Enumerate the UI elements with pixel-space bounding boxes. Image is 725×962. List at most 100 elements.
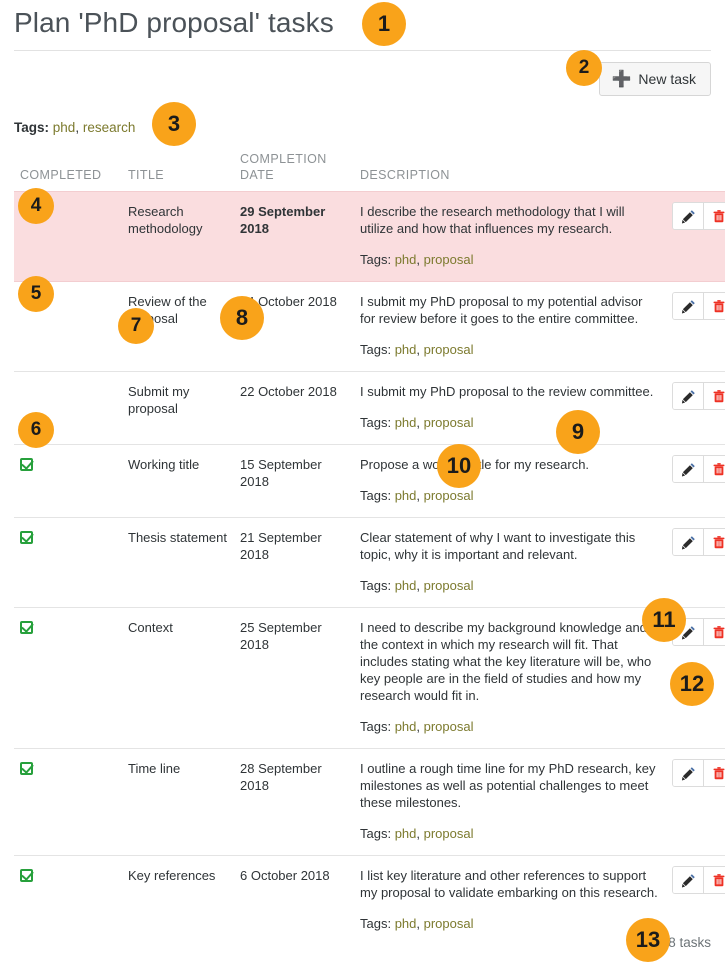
description-text: I submit my PhD proposal to the review c… [360, 383, 660, 400]
checked-checkbox-icon[interactable] [20, 762, 33, 775]
column-header-completion-date-line2: DATE [240, 168, 274, 182]
cell-description: I list key literature and other referenc… [354, 856, 666, 946]
trash-icon [712, 766, 725, 781]
tag-separator: , [75, 120, 83, 135]
task-count: 8 tasks [668, 935, 711, 950]
callout-badge-4: 4 [18, 188, 54, 224]
pencil-icon [681, 462, 696, 477]
row-tag-link-phd[interactable]: phd [395, 578, 417, 593]
trash-icon [712, 535, 725, 550]
row-tags: Tags: phd, proposal [360, 825, 660, 842]
trash-icon [712, 389, 725, 404]
cell-description: Propose a working title for my research.… [354, 445, 666, 518]
row-tag-link-proposal[interactable]: proposal [424, 826, 474, 841]
cell-description: I submit my PhD proposal to the review c… [354, 372, 666, 445]
row-tags: Tags: phd, proposal [360, 577, 660, 594]
edit-task-button[interactable] [673, 456, 703, 482]
cell-actions [666, 518, 725, 608]
row-tags-prefix: Tags: [360, 342, 395, 357]
description-text: I need to describe my background knowled… [360, 619, 660, 704]
tasks-table-head: COMPLETED TITLE COMPLETION DATE DESCRIPT… [14, 151, 725, 192]
delete-task-button[interactable] [703, 456, 725, 482]
edit-task-button[interactable] [673, 760, 703, 786]
row-tag-link-phd[interactable]: phd [395, 342, 417, 357]
delete-task-button[interactable] [703, 619, 725, 645]
cell-title: Context [122, 608, 234, 749]
cell-title: Thesis statement [122, 518, 234, 608]
cell-actions [666, 856, 725, 946]
checked-checkbox-icon[interactable] [20, 531, 33, 544]
edit-task-button[interactable] [673, 293, 703, 319]
tag-link-research[interactable]: research [83, 120, 136, 135]
delete-task-button[interactable] [703, 203, 725, 229]
edit-task-button[interactable] [673, 203, 703, 229]
row-tag-separator: , [416, 342, 423, 357]
new-task-button[interactable]: ➕ New task [599, 62, 712, 96]
description-text: I outline a rough time line for my PhD r… [360, 760, 660, 811]
row-action-group [672, 866, 725, 894]
tags-label: Tags: [14, 120, 49, 135]
delete-task-button[interactable] [703, 760, 725, 786]
table-row: Key references6 October 2018I list key l… [14, 856, 725, 946]
delete-task-button[interactable] [703, 867, 725, 893]
row-tags: Tags: phd, proposal [360, 251, 660, 268]
callout-badge-7: 7 [118, 308, 154, 344]
row-tags: Tags: phd, proposal [360, 915, 660, 932]
task-plan-page: Plan 'PhD proposal' tasks ➕ New task Tag… [0, 0, 725, 960]
row-tag-link-proposal[interactable]: proposal [424, 488, 474, 503]
edit-task-button[interactable] [673, 383, 703, 409]
row-action-group [672, 292, 725, 320]
row-tag-link-proposal[interactable]: proposal [424, 342, 474, 357]
toolbar: ➕ New task [0, 51, 725, 96]
row-tags-prefix: Tags: [360, 252, 395, 267]
edit-task-button[interactable] [673, 529, 703, 555]
checked-checkbox-icon[interactable] [20, 458, 33, 471]
checked-checkbox-icon[interactable] [20, 869, 33, 882]
page-tags: Tags: phd, research [0, 96, 725, 137]
trash-icon [712, 299, 725, 314]
row-tag-link-phd[interactable]: phd [395, 252, 417, 267]
row-tag-link-proposal[interactable]: proposal [424, 252, 474, 267]
cell-completion-date: 22 October 2018 [234, 372, 354, 445]
cell-actions [666, 372, 725, 445]
delete-task-button[interactable] [703, 529, 725, 555]
pencil-icon [681, 535, 696, 550]
row-tag-separator: , [416, 719, 423, 734]
edit-task-button[interactable] [673, 867, 703, 893]
delete-task-button[interactable] [703, 383, 725, 409]
row-tag-link-phd[interactable]: phd [395, 719, 417, 734]
cell-actions [666, 192, 725, 282]
column-header-completion-date-line1: COMPLETION [240, 152, 327, 166]
cell-title: Research methodology [122, 192, 234, 282]
cell-completed [14, 445, 122, 518]
row-tag-link-phd[interactable]: phd [395, 488, 417, 503]
row-tag-link-phd[interactable]: phd [395, 826, 417, 841]
row-tag-link-proposal[interactable]: proposal [424, 415, 474, 430]
tag-link-phd[interactable]: phd [53, 120, 76, 135]
row-tag-link-phd[interactable]: phd [395, 916, 417, 931]
row-tag-link-proposal[interactable]: proposal [424, 719, 474, 734]
pencil-icon [681, 299, 696, 314]
trash-icon [712, 209, 725, 224]
cell-actions [666, 749, 725, 856]
table-row: Thesis statement21 September 2018Clear s… [14, 518, 725, 608]
row-tags: Tags: phd, proposal [360, 718, 660, 735]
row-tags: Tags: phd, proposal [360, 341, 660, 358]
callout-badge-6: 6 [18, 412, 54, 448]
tasks-table-body: ✕Research methodology29 September 2018I … [14, 192, 725, 946]
row-tags-prefix: Tags: [360, 488, 395, 503]
trash-icon [712, 462, 725, 477]
cell-description: Clear statement of why I want to investi… [354, 518, 666, 608]
callout-badge-2: 2 [566, 50, 602, 86]
cell-description: I submit my PhD proposal to my potential… [354, 282, 666, 372]
delete-task-button[interactable] [703, 293, 725, 319]
cell-actions [666, 282, 725, 372]
table-row: ✕Research methodology29 September 2018I … [14, 192, 725, 282]
row-tag-link-proposal[interactable]: proposal [424, 578, 474, 593]
row-tags-prefix: Tags: [360, 578, 395, 593]
row-tag-link-phd[interactable]: phd [395, 415, 417, 430]
cell-completed [14, 856, 122, 946]
description-text: Propose a working title for my research. [360, 456, 660, 473]
checked-checkbox-icon[interactable] [20, 621, 33, 634]
row-tag-link-proposal[interactable]: proposal [424, 916, 474, 931]
